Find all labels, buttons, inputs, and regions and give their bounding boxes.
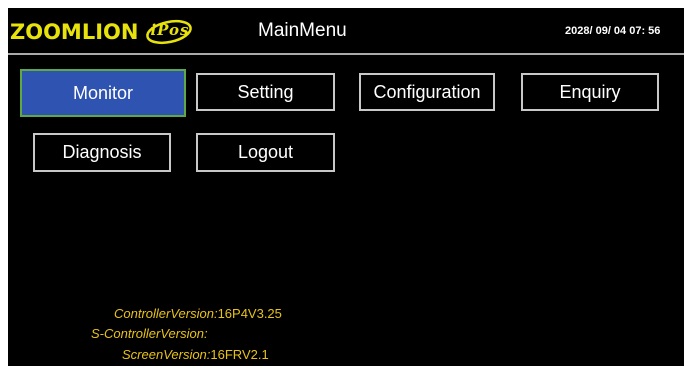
screen-version-row: ScreenVersion:16FRV2.1 [122,347,269,362]
s-controller-version-row: S-ControllerVersion: [91,326,208,341]
controller-version-label: ControllerVersion: [114,306,218,321]
page-title: MainMenu [258,20,347,41]
logout-button[interactable]: Logout [196,133,335,172]
configuration-button[interactable]: Configuration [359,73,495,111]
header-bar: ZOOMLION iPos MainMenu 2028/ 09/ 04 07: … [8,8,684,55]
controller-version-row: ControllerVersion:16P4V3.25 [114,306,282,321]
diagnosis-button[interactable]: Diagnosis [33,133,171,172]
screen-version-value: 16FRV2.1 [210,347,269,362]
enquiry-button[interactable]: Enquiry [521,73,659,111]
ipos-logo: iPos [144,17,194,47]
s-controller-version-label: S-ControllerVersion: [91,326,208,341]
hmi-screen: ZOOMLION iPos MainMenu 2028/ 09/ 04 07: … [8,8,684,366]
ipos-logo-text: iPos [150,21,190,39]
zoomlion-logo: ZOOMLION iPos [10,17,194,47]
setting-button[interactable]: Setting [196,73,335,111]
monitor-button[interactable]: Monitor [20,69,186,117]
logo-text: ZOOMLION [10,20,139,44]
screen-version-label: ScreenVersion: [122,347,211,362]
controller-version-value: 16P4V3.25 [217,306,282,321]
datetime-display: 2028/ 09/ 04 07: 56 [565,25,661,37]
